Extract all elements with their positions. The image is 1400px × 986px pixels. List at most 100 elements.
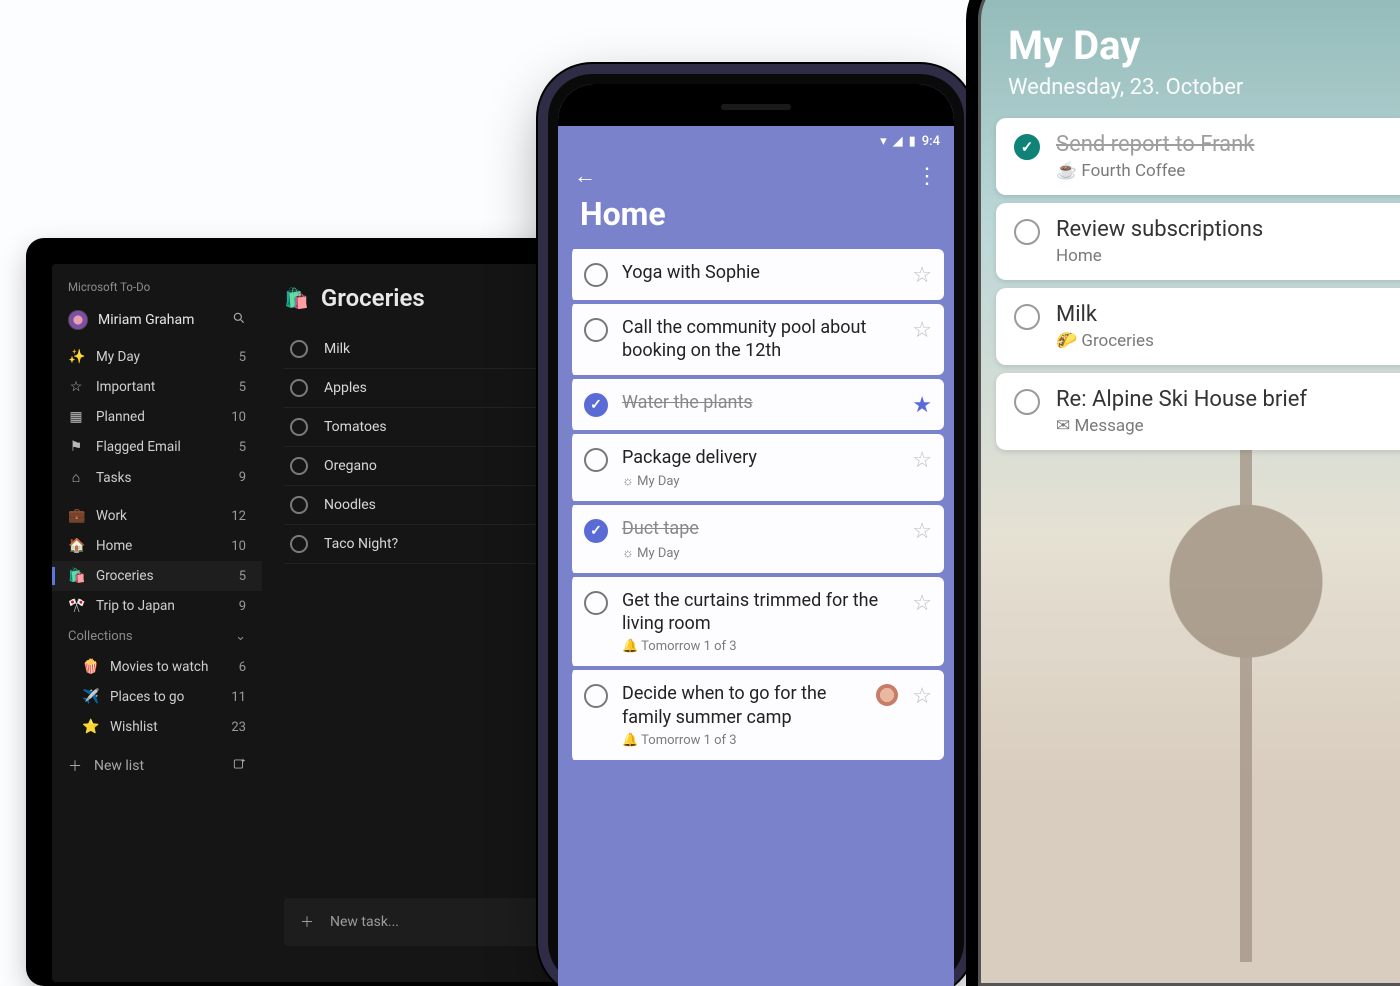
sidebar-item-count: 11 <box>228 690 246 705</box>
star-icon[interactable]: ☆ <box>912 684 932 709</box>
sidebar-item-count: 12 <box>228 509 246 524</box>
sidebar-item-planned[interactable]: ▦Planned10 <box>52 402 262 432</box>
list-icon: 🛍️ <box>68 568 84 584</box>
sidebar-item-label: Groceries <box>96 568 216 584</box>
sidebar-item-count: 5 <box>228 440 246 455</box>
sidebar-item-count: 10 <box>228 410 246 425</box>
task-title: Milk <box>324 341 350 357</box>
task-checkbox[interactable] <box>290 418 308 436</box>
avatar <box>68 310 88 330</box>
android-list-title: Home <box>558 193 954 249</box>
task-checkbox[interactable] <box>1014 134 1040 160</box>
iphone-frame: My Day Wednesday, 23. October Send repor… <box>966 0 1400 986</box>
sidebar-item-flagged-email[interactable]: ⚑ Flagged Email 5 <box>52 432 262 462</box>
task-checkbox[interactable] <box>290 340 308 358</box>
collections-header[interactable]: Collections ⌄ <box>52 621 262 652</box>
sidebar-item-my-day[interactable]: ✨My Day5 <box>52 342 262 372</box>
star-icon[interactable]: ☆ <box>912 519 932 544</box>
star-icon[interactable]: ☆ <box>912 318 932 343</box>
iphone-title: My Day <box>1008 22 1396 69</box>
sidebar-item-label: Tasks <box>96 470 216 486</box>
task-subtitle: 🌮 Groceries <box>1056 331 1400 351</box>
sidebar-item-label: Work <box>96 508 216 524</box>
task-checkbox[interactable] <box>584 263 608 287</box>
task-card[interactable]: Yoga with Sophie☆ <box>568 249 944 300</box>
task-checkbox[interactable] <box>584 519 608 543</box>
new-group-icon[interactable] <box>232 757 246 775</box>
task-checkbox[interactable] <box>584 591 608 615</box>
task-title: Send report to Frank <box>1056 132 1400 157</box>
list-title: Groceries <box>321 284 425 312</box>
sidebar-item-groceries[interactable]: 🛍️Groceries5 <box>52 561 262 591</box>
task-title: Decide when to go for the family summer … <box>622 682 862 729</box>
task-checkbox[interactable] <box>290 457 308 475</box>
task-card[interactable]: Review subscriptions Home <box>996 203 1400 280</box>
user-row[interactable]: Miriam Graham <box>52 304 262 342</box>
task-card[interactable]: Duct tape☼ My Day☆ <box>568 505 944 572</box>
new-list-row[interactable]: ＋ New list <box>52 742 262 790</box>
more-button[interactable]: ⋮ <box>916 164 938 189</box>
sidebar-item-label: Flagged Email <box>96 439 216 455</box>
task-card[interactable]: Call the community pool about booking on… <box>568 304 944 375</box>
task-card[interactable]: Milk🌮 Groceries <box>996 288 1400 365</box>
task-card[interactable]: Decide when to go for the family summer … <box>568 670 944 760</box>
task-title: Review subscriptions <box>1056 217 1400 242</box>
task-checkbox[interactable] <box>290 379 308 397</box>
sidebar-item-label: Places to go <box>110 689 216 705</box>
task-card[interactable]: Water the plants ★ <box>568 379 944 430</box>
iphone-header: My Day Wednesday, 23. October <box>978 0 1400 118</box>
app-title: Microsoft To-Do <box>52 280 262 304</box>
task-subtitle: Home <box>1056 246 1400 266</box>
list-icon: ✨ <box>68 349 84 365</box>
sidebar-item-trip-to-japan[interactable]: 🎌Trip to Japan9 <box>52 591 262 621</box>
list-icon: 🎌 <box>68 598 84 614</box>
search-icon[interactable] <box>232 311 246 329</box>
list-icon: 💼 <box>68 508 84 524</box>
list-icon: 🏠 <box>68 538 84 554</box>
list-icon: ⌂ <box>68 469 84 486</box>
status-bar: ▾ ◢ ▮ 9:4 <box>558 126 954 153</box>
task-checkbox[interactable] <box>1014 219 1040 245</box>
list-icon: 🛍️ <box>284 286 309 310</box>
star-icon[interactable]: ☆ <box>912 448 932 473</box>
list-icon: ⚑ <box>68 439 84 455</box>
sidebar-item-wishlist[interactable]: ⭐Wishlist23 <box>52 712 262 742</box>
task-card[interactable]: Package delivery☼ My Day☆ <box>568 434 944 501</box>
task-checkbox[interactable] <box>1014 389 1040 415</box>
sidebar-item-movies-to-watch[interactable]: 🍿Movies to watch6 <box>52 652 262 682</box>
sidebar-item-label: My Day <box>96 349 216 365</box>
task-checkbox[interactable] <box>584 393 608 417</box>
speaker-cutout <box>558 84 954 126</box>
sidebar-item-tasks[interactable]: ⌂ Tasks 9 <box>52 462 262 493</box>
back-button[interactable]: ← <box>574 163 596 189</box>
list-icon: ▦ <box>68 409 84 425</box>
star-icon[interactable]: ☆ <box>912 263 932 288</box>
sidebar: Microsoft To-Do Miriam Graham ✨My Day5☆I… <box>52 264 262 982</box>
task-subtitle: ✉ Message <box>1056 416 1400 436</box>
task-checkbox[interactable] <box>1014 304 1040 330</box>
android-frame: ▾ ◢ ▮ 9:4 ← ⋮ Home Yoga with Sophie☆Call… <box>548 74 964 986</box>
task-checkbox[interactable] <box>290 496 308 514</box>
task-card[interactable]: Send report to Frank☕ Fourth Coffee <box>996 118 1400 195</box>
task-checkbox[interactable] <box>584 684 608 708</box>
list-icon: ⭐ <box>82 719 98 735</box>
sidebar-item-count: 6 <box>228 660 246 675</box>
sidebar-item-important[interactable]: ☆Important5 <box>52 372 262 402</box>
signal-icon: ◢ <box>893 134 903 149</box>
task-subtitle: ☼ My Day <box>622 545 898 561</box>
sidebar-item-places-to-go[interactable]: ✈️Places to go11 <box>52 682 262 712</box>
task-checkbox[interactable] <box>584 318 608 342</box>
new-task-placeholder: New task... <box>330 914 399 930</box>
sidebar-item-work[interactable]: 💼 Work 12 <box>52 501 262 531</box>
task-card[interactable]: Re: Alpine Ski House brief✉ Message <box>996 373 1400 450</box>
sidebar-item-count: 5 <box>228 380 246 395</box>
task-title: Water the plants <box>622 391 898 414</box>
task-checkbox[interactable] <box>290 535 308 553</box>
sidebar-item-home[interactable]: 🏠Home10 <box>52 531 262 561</box>
sidebar-item-count: 9 <box>228 470 246 485</box>
task-checkbox[interactable] <box>584 448 608 472</box>
task-subtitle: 🔔 Tomorrow 1 of 3 <box>622 639 898 654</box>
star-icon[interactable]: ★ <box>912 393 932 418</box>
star-icon[interactable]: ☆ <box>912 591 932 616</box>
task-card[interactable]: Get the curtains trimmed for the living … <box>568 577 944 667</box>
